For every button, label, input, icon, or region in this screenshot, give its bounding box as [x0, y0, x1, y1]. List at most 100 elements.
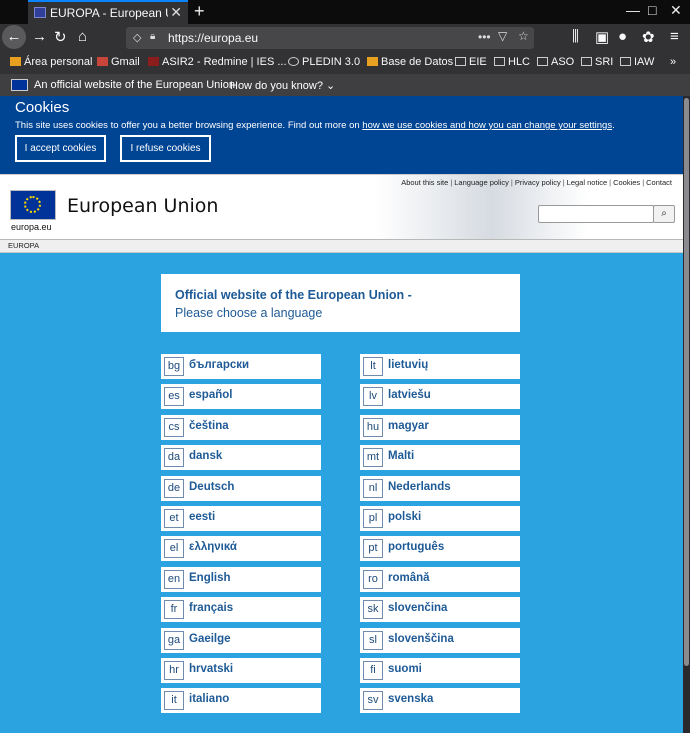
scrollbar-thumb[interactable] — [684, 98, 689, 666]
how-do-you-know-toggle[interactable]: How do you know? ⌄ — [230, 79, 335, 92]
language-option-it[interactable]: it italiano — [161, 688, 321, 714]
bookmark-folder[interactable]: IAW — [620, 56, 654, 68]
back-button[interactable]: ← — [2, 25, 26, 49]
bookmark-folder[interactable]: ASO — [537, 56, 574, 68]
home-icon[interactable]: ⌂ — [78, 28, 87, 45]
sidebar-icon[interactable]: ▣ — [595, 28, 609, 46]
forward-icon[interactable]: → — [32, 28, 47, 45]
language-option-en[interactable]: en English — [161, 566, 321, 592]
redmine-icon — [148, 57, 159, 66]
account-icon[interactable]: ● — [618, 28, 627, 45]
language-code: pl — [363, 509, 383, 528]
url-text[interactable]: https://europa.eu — [168, 31, 258, 45]
privacy-policy-link[interactable]: Privacy policy — [514, 178, 562, 187]
language-option-mt[interactable]: mt Malti — [360, 445, 520, 471]
language-name: čeština — [189, 419, 229, 432]
cookie-policy-link[interactable]: how we use cookies and how you can chang… — [362, 120, 612, 131]
bookmark-item[interactable]: Base de Datos — [367, 56, 453, 68]
language-option-lv[interactable]: lv latviešu — [360, 384, 520, 410]
official-site-text: An official website of the European Unio… — [34, 79, 235, 91]
language-code: hr — [164, 661, 184, 680]
bookmark-folder[interactable]: HLC — [494, 56, 530, 68]
eu-logo-icon[interactable] — [10, 190, 56, 220]
breadcrumb-item[interactable]: EUROPA — [8, 241, 39, 250]
language-name: latviešu — [388, 389, 431, 402]
language-option-es[interactable]: es español — [161, 384, 321, 410]
contact-link[interactable]: Contact — [645, 178, 673, 187]
top-links: About this site | Language policy | Privacy … — [400, 178, 673, 187]
folder-icon — [455, 57, 466, 66]
tracking-shield-icon[interactable]: ◇ — [133, 31, 141, 44]
language-option-hu[interactable]: hu magyar — [360, 414, 520, 440]
language-option-cs[interactable]: cs čeština — [161, 414, 321, 440]
language-code: es — [164, 387, 184, 407]
language-option-pt[interactable]: pt português — [360, 536, 520, 562]
language-option-ro[interactable]: ro română — [360, 566, 520, 592]
window-close-icon[interactable]: ✕ — [670, 2, 682, 19]
bookmark-item[interactable]: PLEDIN 3.0 — [288, 56, 360, 68]
maximize-icon[interactable]: □ — [648, 2, 656, 18]
page-actions-icon[interactable]: ••• — [478, 30, 491, 44]
language-policy-link[interactable]: Language policy — [453, 178, 510, 187]
menu-icon[interactable]: ≡ — [670, 28, 679, 45]
language-name: hrvatski — [189, 663, 234, 675]
legal-notice-link[interactable]: Legal notice — [566, 178, 608, 187]
language-option-ga[interactable]: ga Gaeilge — [161, 627, 321, 653]
about-link[interactable]: About this site — [400, 178, 449, 187]
language-option-hr[interactable]: hr hrvatski — [161, 658, 321, 683]
bookmark-star-icon[interactable]: ☆ — [518, 29, 529, 43]
bookmark-item[interactable]: Área personal — [10, 56, 93, 68]
language-code: hu — [363, 417, 383, 437]
language-option-pl[interactable]: pl polski — [360, 506, 520, 531]
language-name: română — [388, 571, 430, 584]
pocket-icon[interactable]: ▽ — [498, 29, 507, 43]
language-option-bg[interactable]: bg български — [161, 354, 321, 379]
language-option-nl[interactable]: nl Nederlands — [360, 475, 520, 501]
folder-icon — [581, 57, 592, 66]
language-option-el[interactable]: el ελληνικά — [161, 536, 321, 562]
folder-icon — [494, 57, 505, 66]
language-name: slovenčina — [388, 602, 448, 615]
tab-strip: EUROPA - European Union ✕ + — □ ✕ — [0, 0, 690, 24]
language-name: français — [189, 602, 234, 615]
library-icon[interactable]: ⫼ — [572, 28, 579, 45]
gmail-icon — [97, 57, 108, 66]
more-bookmarks-icon[interactable]: » — [670, 56, 676, 68]
welcome-heading: Official website of the European Union - — [175, 288, 412, 302]
language-option-sv[interactable]: sv svenska — [360, 688, 520, 714]
bookmark-folder[interactable]: EIE — [455, 56, 487, 68]
scrollbar[interactable] — [683, 96, 690, 733]
bookmark-item[interactable]: Gmail — [97, 56, 140, 68]
extension-icon[interactable]: ✿ — [642, 28, 655, 46]
language-option-lt[interactable]: lt lietuvių — [360, 354, 520, 379]
minimize-icon[interactable]: — — [626, 2, 640, 18]
language-option-da[interactable]: da dansk — [161, 445, 321, 471]
cookies-link[interactable]: Cookies — [612, 178, 641, 187]
language-name: English — [189, 571, 231, 584]
language-code: nl — [363, 478, 383, 498]
language-name: suomi — [388, 663, 422, 675]
bookmark-item[interactable]: ASIR2 - Redmine | IES ... — [148, 56, 287, 68]
new-tab-icon[interactable]: + — [194, 1, 205, 22]
search-input[interactable] — [538, 205, 654, 223]
language-name: español — [189, 389, 233, 402]
language-option-fr[interactable]: fr français — [161, 597, 321, 623]
welcome-subheading: Please choose a language — [175, 306, 323, 320]
language-option-sk[interactable]: sk slovenčina — [360, 597, 520, 623]
refuse-cookies-button[interactable]: I refuse cookies — [120, 135, 211, 162]
language-option-fi[interactable]: fi suomi — [360, 658, 520, 683]
language-code: sv — [363, 691, 383, 711]
browser-tab[interactable]: EUROPA - European Union ✕ — [28, 0, 188, 24]
language-name: português — [388, 541, 445, 554]
url-bar[interactable]: ◇ 🔒︎ https://europa.eu ••• ▽ ☆ — [126, 27, 534, 49]
language-option-de[interactable]: de Deutsch — [161, 475, 321, 501]
lock-icon[interactable]: 🔒︎ — [150, 31, 155, 42]
close-tab-icon[interactable]: ✕ — [170, 4, 182, 21]
language-option-et[interactable]: et eesti — [161, 506, 321, 531]
accept-cookies-button[interactable]: I accept cookies — [15, 135, 106, 162]
language-code: pt — [363, 539, 383, 559]
reload-icon[interactable]: ↻ — [54, 28, 67, 46]
bookmark-folder[interactable]: SRI — [581, 56, 613, 68]
search-button[interactable]: ⌕ — [653, 205, 675, 223]
language-option-sl[interactable]: sl slovenščina — [360, 627, 520, 653]
